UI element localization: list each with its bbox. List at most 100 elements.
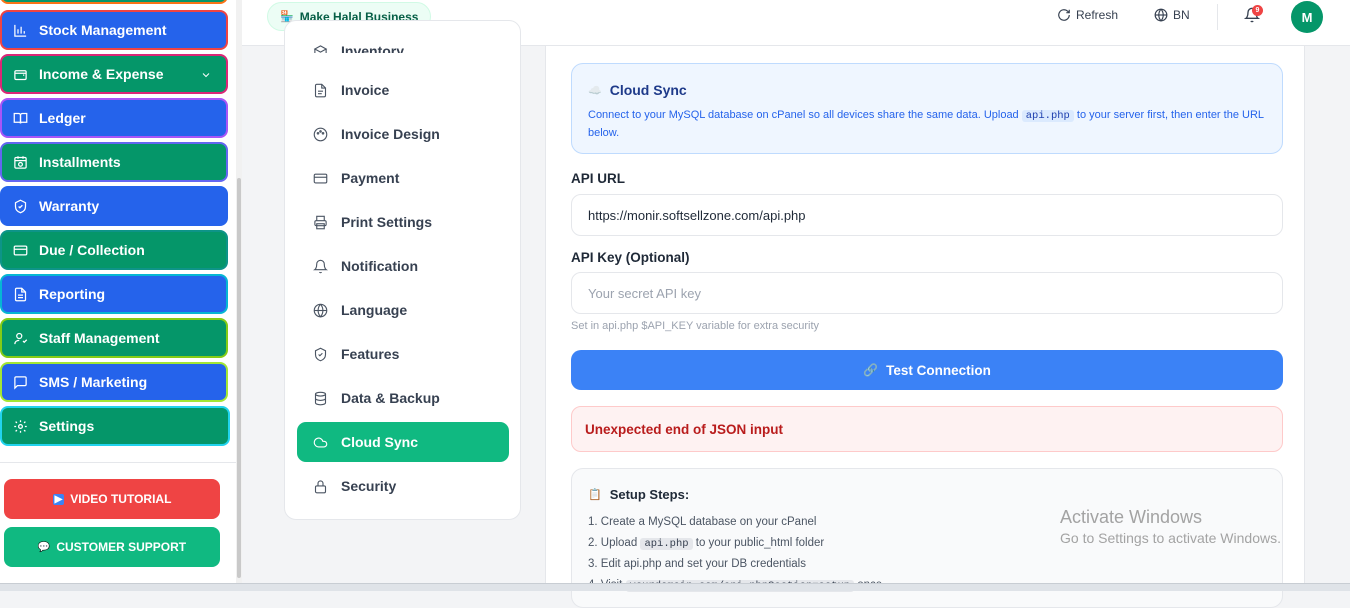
sidebar-item-reporting[interactable]: Reporting [0, 274, 228, 314]
customer-support-button[interactable]: 💬 CUSTOMER SUPPORT [4, 527, 220, 567]
sidebar-item-label: Warranty [39, 198, 100, 214]
settings-nav-label: Data & Backup [341, 390, 440, 406]
palette-icon [313, 127, 328, 141]
gear-icon [12, 418, 28, 434]
sidebar-item-staff-management[interactable]: Staff Management [0, 318, 228, 358]
sidebar-item-label: Installments [39, 154, 121, 170]
notification-button[interactable]: 9 [1243, 5, 1263, 28]
settings-nav-label: Invoice [341, 82, 390, 98]
bell-icon [313, 259, 328, 273]
settings-nav-label: Security [341, 478, 397, 494]
api-key-label: API Key (Optional) [571, 250, 690, 265]
cloud-sync-description: Connect to your MySQL database on cPanel… [588, 107, 1266, 142]
document-icon [12, 286, 28, 302]
test-connection-button[interactable]: 🔗 Test Connection [571, 350, 1283, 390]
sidebar-scrollbar-thumb[interactable] [237, 178, 241, 578]
file-icon [314, 83, 327, 97]
horizontal-scrollbar[interactable] [0, 583, 1350, 591]
settings-nav-notification[interactable]: Notification [297, 246, 509, 286]
sidebar-item-settings[interactable]: Settings [0, 406, 230, 446]
watermark-line-1: Activate Windows [1060, 507, 1203, 527]
sidebar-item-due-collection[interactable]: Due / Collection [0, 230, 228, 270]
cloud-icon [313, 437, 328, 447]
cloud-sync-title: ☁️ Cloud Sync [588, 82, 1266, 98]
play-icon: ▶ [52, 493, 65, 505]
sidebar-item-label: SMS / Marketing [39, 374, 148, 390]
database-icon [314, 391, 327, 405]
box-icon [313, 45, 328, 53]
language-toggle[interactable]: BN [1154, 8, 1190, 22]
watermark-line-2: Go to Settings to activate Windows. [1060, 530, 1281, 546]
message-icon [12, 374, 28, 390]
link-icon: 🔗 [863, 363, 879, 377]
settings-nav-security[interactable]: Security [297, 466, 509, 506]
sidebar-item-stock-management[interactable]: Stock Management [0, 10, 228, 50]
settings-nav-cloud-sync[interactable]: Cloud Sync [297, 422, 509, 462]
sidebar-item-partial[interactable] [0, 0, 228, 4]
settings-nav-data-backup[interactable]: Data & Backup [297, 378, 509, 418]
description-code: api.php [1021, 110, 1074, 122]
book-icon [12, 110, 28, 126]
sidebar-item-label: Income & Expense [39, 66, 164, 82]
cloud-sync-info-box: ☁️ Cloud Sync Connect to your MySQL data… [571, 63, 1283, 154]
settings-nav-inventory[interactable]: Inventory [297, 27, 509, 53]
video-tutorial-button[interactable]: ▶ VIDEO TUTORIAL [4, 479, 220, 519]
sidebar-item-installments[interactable]: Installments [0, 142, 228, 182]
sidebar-item-label: Settings [39, 418, 95, 434]
printer-icon [314, 215, 327, 229]
step-text: to your public_html folder [695, 536, 825, 549]
credit-card-icon [313, 173, 328, 183]
error-message: Unexpected end of JSON input [571, 406, 1283, 452]
api-url-input[interactable]: https://monir.softsellzone.com/api.php [571, 194, 1283, 236]
chat-bubble-icon: 💬 [37, 541, 51, 553]
globe-icon [313, 303, 328, 318]
lock-icon [314, 479, 327, 493]
setup-steps-title: 📋 Setup Steps: [588, 487, 1266, 502]
settings-nav-label: Cloud Sync [341, 434, 419, 450]
topbar-separator [1217, 4, 1218, 30]
notification-badge: 9 [1252, 5, 1263, 16]
video-tutorial-label: VIDEO TUTORIAL [70, 492, 172, 506]
api-key-input[interactable]: Your secret API key [571, 272, 1283, 314]
chevron-down-icon[interactable] [200, 68, 212, 84]
cloud-sync-title-text: Cloud Sync [609, 82, 687, 98]
refresh-button[interactable]: Refresh [1057, 8, 1118, 22]
settings-nav-invoice-design[interactable]: Invoice Design [297, 114, 509, 154]
settings-nav-features[interactable]: Features [297, 334, 509, 374]
windows-activation-watermark: Activate Windows Go to Settings to activ… [1060, 507, 1281, 546]
avatar[interactable]: M [1291, 1, 1323, 33]
test-connection-label: Test Connection [886, 362, 991, 378]
settings-nav-print-settings[interactable]: Print Settings [297, 202, 509, 242]
settings-nav-payment[interactable]: Payment [297, 158, 509, 198]
settings-nav-label: Print Settings [341, 214, 433, 230]
settings-nav-label: Invoice Design [341, 126, 440, 142]
sidebar-item-label: Stock Management [39, 22, 167, 38]
globe-icon [1154, 8, 1168, 22]
api-url-label: API URL [571, 171, 625, 186]
step-text: 2. Upload [588, 536, 638, 549]
sidebar-item-warranty[interactable]: Warranty [0, 186, 228, 226]
sidebar-item-ledger[interactable]: Ledger [0, 98, 228, 138]
sidebar: Stock Management Income & Expense Ledger… [0, 0, 242, 591]
sidebar-item-label: Staff Management [39, 330, 160, 346]
card-icon [12, 242, 28, 258]
refresh-label: Refresh [1076, 8, 1119, 22]
language-label: BN [1173, 8, 1190, 22]
sidebar-item-label: Ledger [39, 110, 86, 126]
settings-nav-label: Notification [341, 258, 418, 274]
settings-nav-language[interactable]: Language [297, 290, 509, 330]
sidebar-item-income-expense[interactable]: Income & Expense [0, 54, 228, 94]
setup-steps-title-text: Setup Steps: [609, 487, 690, 502]
calendar-clock-icon [12, 154, 28, 170]
settings-nav-label: Features [341, 346, 400, 362]
setup-step-3: 3. Edit api.php and set your DB credenti… [588, 558, 806, 570]
settings-nav-invoice[interactable]: Invoice [297, 70, 509, 110]
bar-chart-icon [12, 22, 28, 38]
description-text: Connect to your MySQL database on cPanel… [588, 109, 1019, 121]
settings-nav-label: Payment [341, 170, 400, 186]
refresh-icon [1058, 9, 1070, 21]
settings-nav-label: Language [341, 302, 408, 318]
api-key-hint: Set in api.php $API_KEY variable for ext… [571, 320, 820, 332]
sidebar-item-sms-marketing[interactable]: SMS / Marketing [0, 362, 228, 402]
sidebar-divider [0, 462, 236, 463]
